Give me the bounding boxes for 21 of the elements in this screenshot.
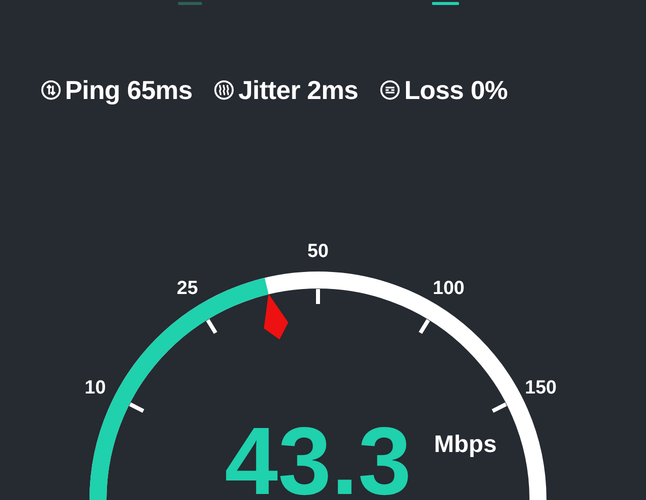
stat-label: Loss 0% [404,74,508,106]
tab-indicator[interactable] [178,2,202,5]
needle [264,294,288,340]
scale-label: 10 [84,378,106,398]
tick-mark [418,319,430,334]
scale-label: 100 [432,278,464,299]
scale-label: 25 [176,278,198,299]
tick-mark [492,402,507,413]
wave-icon [214,80,234,100]
scale-label: 150 [524,378,557,398]
stat-label: Ping 65ms [65,74,192,106]
speed-value: 43.3 [224,408,412,500]
tick-mark [316,289,320,304]
scale-label: 50 [307,241,329,262]
tick-mark [129,402,144,413]
arrows-icon [41,80,61,100]
unit-label: Mbps [434,431,497,458]
lines-icon [380,80,400,100]
tab-indicator[interactable] [432,2,459,5]
tick-mark [206,319,218,334]
stat-label: Jitter 2ms [238,74,358,106]
